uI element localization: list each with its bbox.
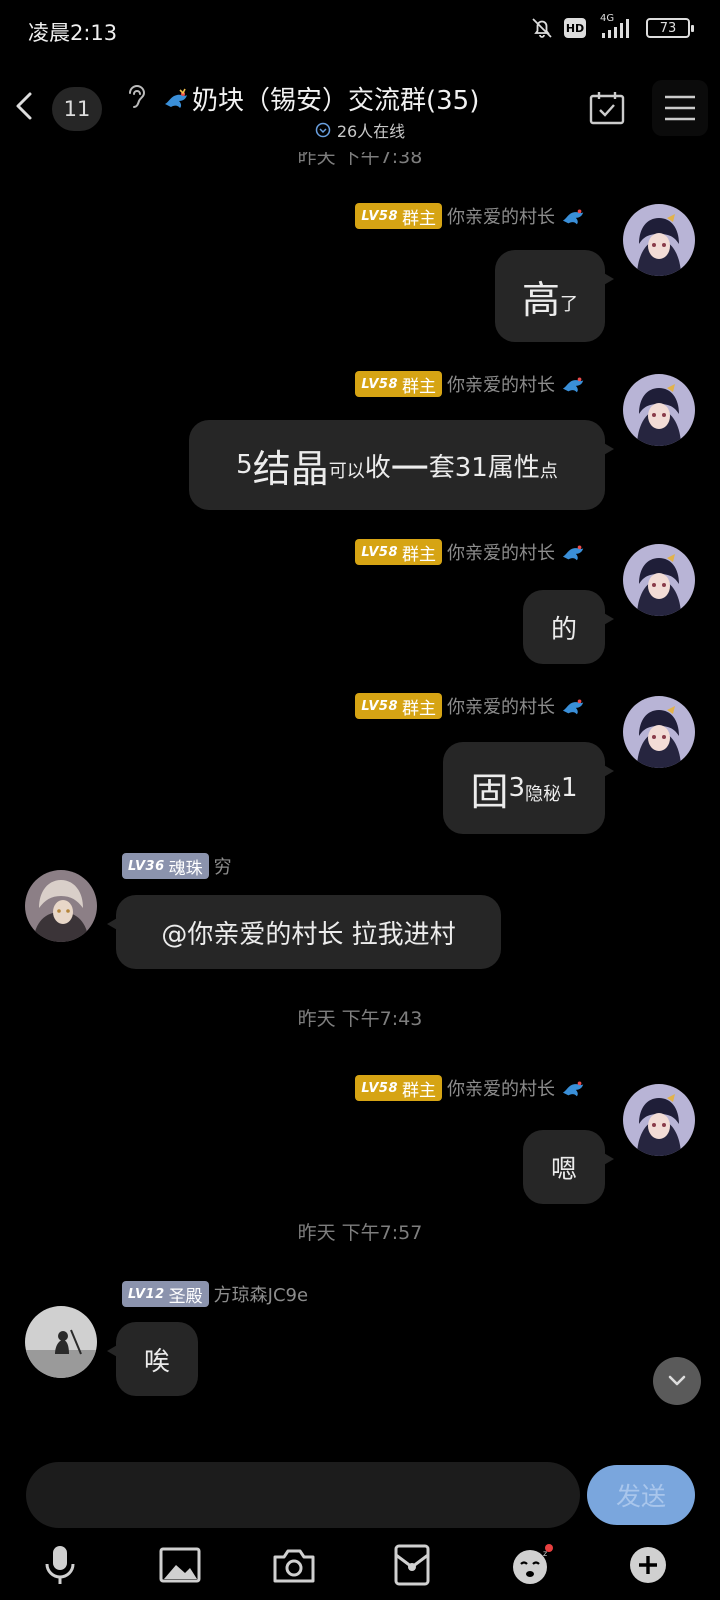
sender-name: 你亲爱的村长 xyxy=(447,697,555,718)
hd-badge: HD xyxy=(564,18,586,38)
sender-name: 你亲爱的村长 xyxy=(447,207,555,228)
red-packet-icon[interactable] xyxy=(382,1535,442,1595)
owner-avatar[interactable] xyxy=(623,204,695,276)
group-title: 奶块（锡安）交流群(35) xyxy=(192,85,480,116)
sender-meta: LV58 群主 你亲爱的村长 xyxy=(355,1074,588,1102)
dragon-emoji-icon xyxy=(560,694,588,718)
sender-meta: LV58 群主 你亲爱的村长 xyxy=(355,370,588,398)
status-icons: HD 4G 73 xyxy=(530,13,694,40)
message-list[interactable]: 昨天 下午7:38 LV58 群主 你亲爱的村长 高了 LV58 群主 你亲爱的村长… xyxy=(0,140,720,1430)
member-avatar[interactable] xyxy=(25,870,97,942)
sender-name: 你亲爱的村长 xyxy=(447,375,555,396)
sender-meta: LV58 群主 你亲爱的村长 xyxy=(355,538,588,566)
timestamp: 昨天 下午7:43 xyxy=(297,1008,423,1030)
plus-icon[interactable] xyxy=(618,1535,678,1595)
owner-avatar[interactable] xyxy=(623,374,695,446)
menu-button[interactable] xyxy=(652,80,708,136)
timestamp-partial: 昨天 下午7:38 xyxy=(297,146,423,168)
level-badge: LV12 圣殿 xyxy=(122,1281,209,1307)
message-bubble[interactable]: 的 xyxy=(523,590,614,664)
image-icon[interactable] xyxy=(150,1535,210,1595)
sender-name: 你亲爱的村长 xyxy=(447,1079,555,1100)
sender-meta: LV58 群主 你亲爱的村长 xyxy=(355,202,588,230)
sender-name: 穷 xyxy=(213,857,232,878)
dragon-emoji-icon xyxy=(162,86,190,110)
scroll-to-bottom-button[interactable] xyxy=(653,1357,701,1405)
status-time: 凌晨2:13 xyxy=(28,21,118,45)
dragon-emoji-icon xyxy=(560,372,588,396)
signal-icon: 4G xyxy=(596,13,636,40)
level-badge: LV58 群主 xyxy=(355,539,442,565)
calendar-check-button[interactable] xyxy=(588,90,626,126)
message-bubble[interactable]: 唉 xyxy=(107,1322,198,1396)
svg-text:z: z xyxy=(543,1549,547,1558)
online-count: 26人在线 xyxy=(336,122,406,141)
sender-meta: LV36 魂珠 穷 xyxy=(122,852,232,880)
owner-avatar[interactable] xyxy=(623,1084,695,1156)
microphone-icon[interactable] xyxy=(30,1535,90,1595)
level-badge: LV58 群主 xyxy=(355,693,442,719)
member-avatar[interactable] xyxy=(25,1306,97,1378)
message-bubble[interactable]: 嗯 xyxy=(523,1130,614,1204)
send-button[interactable]: 发送 xyxy=(587,1465,695,1525)
level-badge: LV58 群主 xyxy=(355,1075,442,1101)
earpiece-mode-icon[interactable] xyxy=(124,82,150,112)
message-bubble[interactable]: 高了 xyxy=(495,250,614,342)
status-bar: 凌晨2:13 HD 4G 73 xyxy=(0,0,720,60)
camera-icon[interactable] xyxy=(264,1535,324,1595)
dragon-emoji-icon xyxy=(560,1076,588,1100)
sender-name: 你亲爱的村长 xyxy=(447,543,555,564)
emoji-icon[interactable]: z xyxy=(502,1535,562,1595)
sender-meta: LV12 圣殿 方琼森JC9e xyxy=(122,1280,308,1308)
battery-icon: 73 xyxy=(646,18,694,38)
online-dropdown-icon xyxy=(315,122,331,138)
level-badge: LV58 群主 xyxy=(355,203,442,229)
group-title-row[interactable]: 奶块（锡安）交流群(35) xyxy=(162,78,479,118)
sender-meta: LV58 群主 你亲爱的村长 xyxy=(355,692,588,720)
level-badge: LV36 魂珠 xyxy=(122,853,209,879)
input-toolbar: z xyxy=(0,1535,720,1595)
message-bubble[interactable]: @你亲爱的村长 拉我进村 xyxy=(107,895,501,969)
owner-avatar[interactable] xyxy=(623,696,695,768)
dragon-emoji-icon xyxy=(560,204,588,228)
message-bubble[interactable]: 5 结晶 可以收一套31属性点 xyxy=(189,420,614,510)
message-input[interactable] xyxy=(26,1462,580,1528)
dragon-emoji-icon xyxy=(560,540,588,564)
mute-bell-icon xyxy=(530,16,554,40)
chat-header: 11 奶块（锡安）交流群(35) 26人在线 xyxy=(0,60,720,150)
level-badge: LV58 群主 xyxy=(355,371,442,397)
sender-name: 方琼森JC9e xyxy=(213,1285,309,1306)
owner-avatar[interactable] xyxy=(623,544,695,616)
message-bubble[interactable]: 固 3 隐秘 1 xyxy=(443,742,614,834)
timestamp: 昨天 下午7:57 xyxy=(297,1222,423,1244)
